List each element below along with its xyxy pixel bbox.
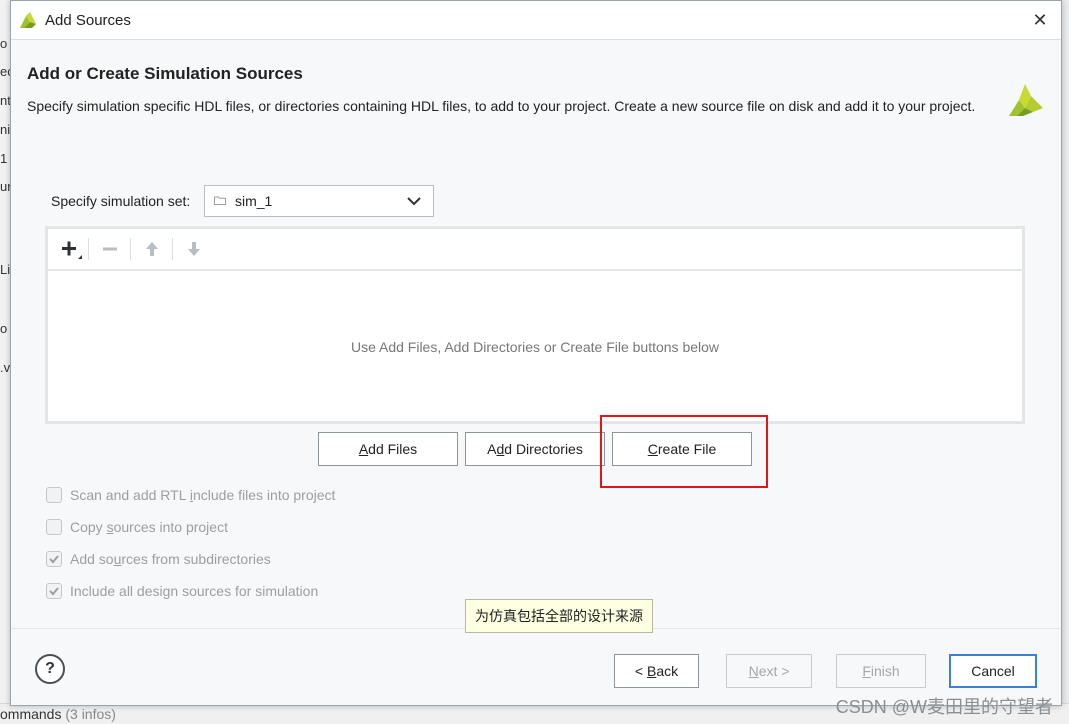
background-fragment: ec xyxy=(0,64,10,79)
dialog-title: Add Sources xyxy=(45,12,131,29)
background-fragment: ur xyxy=(0,179,10,194)
source-file-list[interactable]: Use Add Files, Add Directories or Create… xyxy=(45,226,1025,424)
move-up-icon[interactable] xyxy=(138,235,166,263)
checkbox-unchecked[interactable] xyxy=(46,487,62,503)
background-messages-label: ommands (3 infos) xyxy=(0,706,116,722)
vivado-corner-logo-icon xyxy=(1009,84,1043,116)
tooltip: 为仿真包括全部的设计来源 xyxy=(465,599,653,633)
add-directories-label: d Directories xyxy=(504,441,583,457)
toolbar-divider xyxy=(88,238,89,260)
cancel-button[interactable]: Cancel xyxy=(949,654,1037,688)
background-messages-text: ommands xyxy=(0,706,62,722)
background-fragment: .v xyxy=(0,360,10,375)
option-label: Include all design sources for simulatio… xyxy=(70,583,319,599)
chevron-down-icon xyxy=(407,197,421,206)
background-fragment: 1 xyxy=(0,151,8,166)
background-fragment: ni xyxy=(0,122,10,137)
dialog-content: Add or Create Simulation Sources Specify… xyxy=(11,40,1061,705)
add-files-mnemonic: A xyxy=(358,441,369,457)
checkbox-checked[interactable] xyxy=(46,583,62,599)
next-button[interactable]: Next > xyxy=(726,654,812,688)
finish-button[interactable]: Finish xyxy=(836,654,926,688)
help-icon[interactable]: ? xyxy=(35,654,65,684)
background-fragment: nt xyxy=(0,93,10,108)
background-fragment: Li xyxy=(0,262,10,277)
simulation-set-label: Specify simulation set: xyxy=(51,193,191,209)
remove-icon[interactable] xyxy=(96,235,124,263)
background-fragment: o xyxy=(0,36,8,51)
page-description: Specify simulation specific HDL files, o… xyxy=(27,98,976,114)
create-file-label: reate File xyxy=(657,441,717,457)
vivado-logo-icon xyxy=(20,12,36,28)
back-button[interactable]: < Back xyxy=(614,654,699,688)
option-label: Scan and add RTL include files into proj… xyxy=(70,487,336,503)
move-down-icon[interactable] xyxy=(180,235,208,263)
add-directories-button[interactable]: Add Directories xyxy=(465,432,605,466)
add-icon[interactable] xyxy=(56,235,84,263)
add-files-button[interactable]: Add Files xyxy=(318,432,458,466)
option-label: Copy sources into project xyxy=(70,519,228,535)
checkmark-icon xyxy=(49,587,59,596)
checkmark-icon xyxy=(49,555,59,564)
create-file-mnemonic: C xyxy=(647,441,658,457)
add-files-label: dd Files xyxy=(368,441,418,457)
toolbar-divider xyxy=(130,238,131,260)
background-fragment: o xyxy=(0,321,8,336)
checkbox-checked[interactable] xyxy=(46,551,62,567)
toolbar-divider xyxy=(172,238,173,260)
page-heading: Add or Create Simulation Sources xyxy=(27,64,303,83)
create-file-button[interactable]: Create File xyxy=(612,432,752,466)
simulation-set-dropdown[interactable]: sim_1 xyxy=(204,185,434,217)
close-icon[interactable]: ✕ xyxy=(1029,9,1051,31)
simulation-set-value: sim_1 xyxy=(235,193,273,209)
background-messages-count: (3 infos) xyxy=(65,706,116,722)
folder-icon xyxy=(214,196,226,205)
option-label: Add sources from subdirectories xyxy=(70,551,271,567)
add-sources-dialog: Add Sources ✕ Add or Create Simulation S… xyxy=(10,0,1062,706)
file-list-toolbar xyxy=(48,229,1022,271)
empty-list-message: Use Add Files, Add Directories or Create… xyxy=(350,339,720,355)
csdn-watermark: CSDN @W麦田里的守望者 xyxy=(835,697,1053,717)
dialog-titlebar: Add Sources ✕ xyxy=(11,1,1061,40)
checkbox-unchecked[interactable] xyxy=(46,519,62,535)
